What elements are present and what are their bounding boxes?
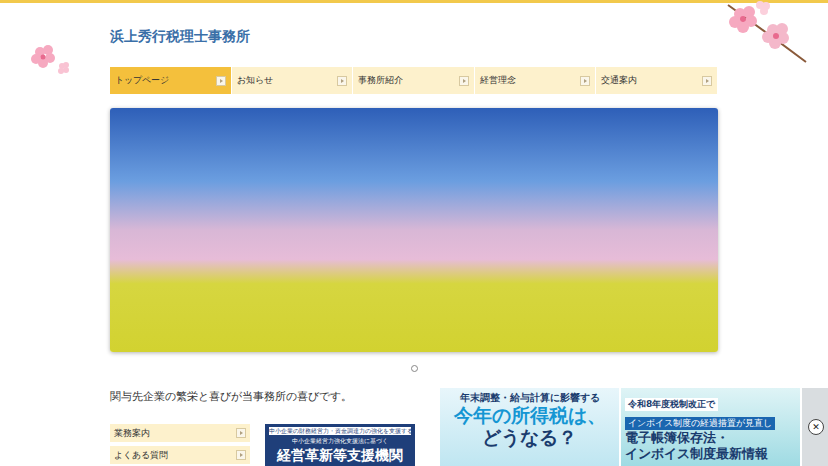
cherry-blossom-icon: [718, 0, 808, 66]
page: 浜上秀行税理士事務所トップページお知らせ事務所紹介経営理念交通案内関与先企業の繁…: [0, 0, 828, 466]
carousel-dot[interactable]: [411, 365, 418, 372]
sidebar-item[interactable]: 業務案内: [110, 424, 250, 442]
sidebar: 業務案内よくある質問: [110, 424, 250, 466]
nav-item[interactable]: 交通案内: [596, 67, 718, 94]
hero-photo: [110, 108, 718, 352]
sidebar-item[interactable]: よくある質問: [110, 446, 250, 464]
carousel-dots: [110, 352, 718, 376]
ad-side: ✕: [802, 388, 828, 466]
arrow-icon: [459, 76, 469, 86]
nav-item[interactable]: トップページ: [110, 67, 232, 94]
support-banner[interactable]: 中小企業の財務経営力・資金調達力の強化を支援する中小企業経営力強化支援法に基づく…: [265, 424, 415, 466]
main-nav: トップページお知らせ事務所紹介経営理念交通案内: [110, 67, 718, 94]
arrow-icon: [337, 76, 347, 86]
arrow-icon: [236, 450, 246, 460]
arrow-icon: [216, 76, 226, 86]
ad-overlay: 年末調整・給与計算に影響する今年の所得税は、どうなる？令和8年度税制改正でインボ…: [440, 388, 828, 466]
cherry-blossom-icon: [26, 38, 76, 78]
site-title[interactable]: 浜上秀行税理士事務所: [110, 3, 718, 42]
ad-panel[interactable]: 令和8年度税制改正でインボイス制度の経過措置が見直し電子帳簿保存法・インボイス制…: [621, 388, 800, 466]
ad-panel[interactable]: 年末調整・給与計算に影響する今年の所得税は、どうなる？: [440, 388, 619, 466]
arrow-icon: [702, 76, 712, 86]
nav-item[interactable]: お知らせ: [232, 67, 354, 94]
arrow-icon: [580, 76, 590, 86]
nav-item[interactable]: 事務所紹介: [353, 67, 475, 94]
top-border: [0, 0, 828, 3]
arrow-icon: [236, 428, 246, 438]
close-button[interactable]: ✕: [808, 419, 824, 435]
nav-item[interactable]: 経営理念: [475, 67, 597, 94]
